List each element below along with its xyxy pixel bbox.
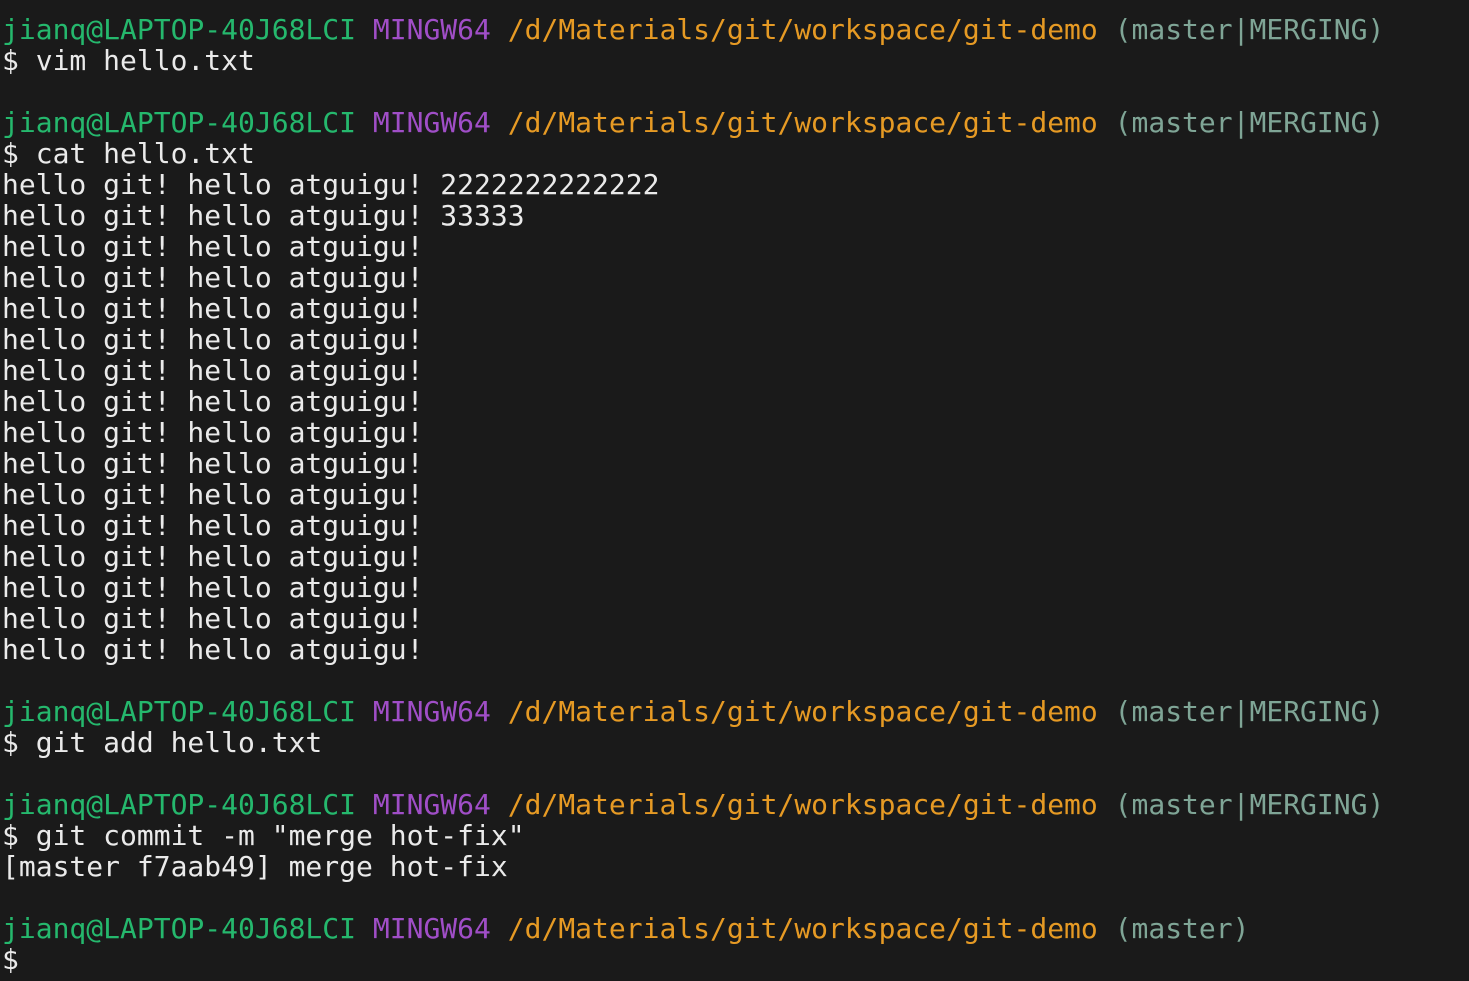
- output-line: hello git! hello atguigu!: [2, 230, 424, 263]
- command-line: $ git commit -m "merge hot-fix": [2, 819, 525, 852]
- prompt-branch: (master): [1114, 912, 1250, 945]
- prompt-path: /d/Materials/git/workspace/git-demo: [507, 788, 1098, 821]
- output-line: hello git! hello atguigu!: [2, 323, 424, 356]
- prompt-line: jianq@LAPTOP-40J68LCI MINGW64 /d/Materia…: [2, 696, 1469, 727]
- output-line: [master f7aab49] merge hot-fix: [2, 850, 508, 883]
- prompt-branch: (master|MERGING): [1114, 788, 1385, 821]
- command-line: $ git add hello.txt: [2, 726, 323, 759]
- prompt-system: MINGW64: [372, 695, 491, 728]
- prompt-user-host: jianq@LAPTOP-40J68LCI: [2, 912, 357, 945]
- prompt-branch: (master|MERGING): [1114, 13, 1385, 46]
- prompt-system: MINGW64: [372, 788, 491, 821]
- command-line: $ cat hello.txt: [2, 137, 255, 170]
- output-line: hello git! hello atguigu!: [2, 478, 424, 511]
- output-line: hello git! hello atguigu!: [2, 571, 424, 604]
- prompt-path: /d/Materials/git/workspace/git-demo: [507, 106, 1098, 139]
- prompt-line: jianq@LAPTOP-40J68LCI MINGW64 /d/Materia…: [2, 107, 1469, 138]
- prompt-branch: (master|MERGING): [1114, 695, 1385, 728]
- prompt-path: /d/Materials/git/workspace/git-demo: [507, 912, 1098, 945]
- output-line: hello git! hello atguigu!: [2, 261, 424, 294]
- output-line: hello git! hello atguigu! 33333: [2, 199, 525, 232]
- prompt-user-host: jianq@LAPTOP-40J68LCI: [2, 106, 357, 139]
- output-line: hello git! hello atguigu! 2222222222222: [2, 168, 660, 201]
- prompt-user-host: jianq@LAPTOP-40J68LCI: [2, 695, 357, 728]
- prompt-line: jianq@LAPTOP-40J68LCI MINGW64 /d/Materia…: [2, 789, 1469, 820]
- prompt-user-host: jianq@LAPTOP-40J68LCI: [2, 13, 357, 46]
- prompt-system: MINGW64: [372, 106, 491, 139]
- output-line: hello git! hello atguigu!: [2, 633, 424, 666]
- output-line: hello git! hello atguigu!: [2, 602, 424, 635]
- prompt-system: MINGW64: [372, 13, 491, 46]
- prompt-branch: (master|MERGING): [1114, 106, 1385, 139]
- prompt-line: jianq@LAPTOP-40J68LCI MINGW64 /d/Materia…: [2, 14, 1469, 45]
- output-line: hello git! hello atguigu!: [2, 292, 424, 325]
- prompt-line: jianq@LAPTOP-40J68LCI MINGW64 /d/Materia…: [2, 913, 1469, 944]
- terminal-window[interactable]: jianq@LAPTOP-40J68LCI MINGW64 /d/Materia…: [0, 0, 1469, 981]
- output-line: hello git! hello atguigu!: [2, 385, 424, 418]
- prompt-system: MINGW64: [372, 912, 491, 945]
- command-line: $ vim hello.txt: [2, 44, 255, 77]
- prompt-user-host: jianq@LAPTOP-40J68LCI: [2, 788, 357, 821]
- output-line: hello git! hello atguigu!: [2, 354, 424, 387]
- output-line: hello git! hello atguigu!: [2, 416, 424, 449]
- output-line: hello git! hello atguigu!: [2, 447, 424, 480]
- command-line: $: [2, 943, 19, 976]
- prompt-path: /d/Materials/git/workspace/git-demo: [507, 13, 1098, 46]
- prompt-path: /d/Materials/git/workspace/git-demo: [507, 695, 1098, 728]
- output-line: hello git! hello atguigu!: [2, 509, 424, 542]
- output-line: hello git! hello atguigu!: [2, 540, 424, 573]
